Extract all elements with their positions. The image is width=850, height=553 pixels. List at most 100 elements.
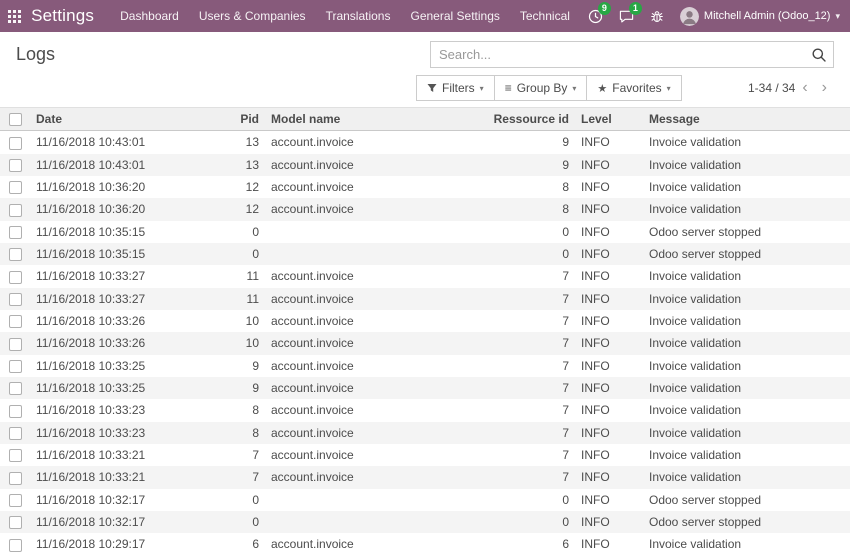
row-checkbox[interactable] bbox=[9, 360, 22, 373]
cell-pid: 0 bbox=[230, 489, 265, 511]
cell-level: INFO bbox=[575, 288, 643, 310]
cell-date: 11/16/2018 10:33:23 bbox=[30, 422, 230, 444]
cell-date: 11/16/2018 10:35:15 bbox=[30, 243, 230, 265]
row-select-cell bbox=[0, 198, 30, 220]
table-row[interactable]: 11/16/2018 10:32:1700INFOOdoo server sto… bbox=[0, 489, 850, 511]
table-row[interactable]: 11/16/2018 10:33:217account.invoice7INFO… bbox=[0, 466, 850, 488]
app-title[interactable]: Settings bbox=[31, 6, 94, 26]
row-checkbox[interactable] bbox=[9, 427, 22, 440]
cell-level: INFO bbox=[575, 131, 643, 154]
row-checkbox[interactable] bbox=[9, 449, 22, 462]
cell-message: Invoice validation bbox=[643, 332, 850, 354]
menu-item-general-settings[interactable]: General Settings bbox=[400, 0, 509, 32]
column-header-model_name[interactable]: Model name bbox=[265, 108, 435, 131]
cell-date: 11/16/2018 10:43:01 bbox=[30, 154, 230, 176]
column-header-resource_id[interactable]: Ressource id bbox=[435, 108, 575, 131]
pager-next-button[interactable]: › bbox=[815, 80, 834, 96]
cell-model_name: account.invoice bbox=[265, 399, 435, 421]
row-select-cell bbox=[0, 154, 30, 176]
column-header-date[interactable]: Date bbox=[30, 108, 230, 131]
table-row[interactable]: 11/16/2018 10:43:0113account.invoice9INF… bbox=[0, 154, 850, 176]
favorites-button[interactable]: ★ Favorites ▾ bbox=[586, 75, 681, 101]
search-icon[interactable] bbox=[811, 47, 827, 63]
table-row[interactable]: 11/16/2018 10:29:176account.invoice6INFO… bbox=[0, 533, 850, 553]
debug-mode-button[interactable] bbox=[642, 0, 672, 32]
column-header-pid[interactable]: Pid bbox=[230, 108, 265, 131]
row-checkbox[interactable] bbox=[9, 516, 22, 529]
row-checkbox[interactable] bbox=[9, 293, 22, 306]
table-row[interactable]: 11/16/2018 10:36:2012account.invoice8INF… bbox=[0, 176, 850, 198]
cell-level: INFO bbox=[575, 444, 643, 466]
row-checkbox[interactable] bbox=[9, 539, 22, 552]
row-checkbox[interactable] bbox=[9, 382, 22, 395]
menu-item-technical[interactable]: Technical bbox=[510, 0, 580, 32]
table-row[interactable]: 11/16/2018 10:35:1500INFOOdoo server sto… bbox=[0, 221, 850, 243]
row-checkbox[interactable] bbox=[9, 494, 22, 507]
cell-resource_id: 0 bbox=[435, 221, 575, 243]
cell-model_name bbox=[265, 221, 435, 243]
cell-pid: 13 bbox=[230, 154, 265, 176]
cell-pid: 7 bbox=[230, 444, 265, 466]
cell-message: Odoo server stopped bbox=[643, 489, 850, 511]
column-header-message[interactable]: Message bbox=[643, 108, 850, 131]
row-checkbox[interactable] bbox=[9, 181, 22, 194]
row-checkbox[interactable] bbox=[9, 338, 22, 351]
cell-level: INFO bbox=[575, 355, 643, 377]
cell-resource_id: 0 bbox=[435, 489, 575, 511]
table-row[interactable]: 11/16/2018 10:33:2711account.invoice7INF… bbox=[0, 265, 850, 287]
table-row[interactable]: 11/16/2018 10:33:2610account.invoice7INF… bbox=[0, 310, 850, 332]
table-row[interactable]: 11/16/2018 10:33:2711account.invoice7INF… bbox=[0, 288, 850, 310]
table-row[interactable]: 11/16/2018 10:33:259account.invoice7INFO… bbox=[0, 355, 850, 377]
cell-date: 11/16/2018 10:33:27 bbox=[30, 288, 230, 310]
cell-level: INFO bbox=[575, 332, 643, 354]
table-row[interactable]: 11/16/2018 10:33:238account.invoice7INFO… bbox=[0, 422, 850, 444]
cell-message: Invoice validation bbox=[643, 131, 850, 154]
table-row[interactable]: 11/16/2018 10:33:238account.invoice7INFO… bbox=[0, 399, 850, 421]
menu-item-translations[interactable]: Translations bbox=[316, 0, 401, 32]
row-checkbox[interactable] bbox=[9, 226, 22, 239]
pager-previous-button[interactable]: ‹ bbox=[795, 80, 814, 96]
row-select-cell bbox=[0, 243, 30, 265]
cell-message: Invoice validation bbox=[643, 154, 850, 176]
table-row[interactable]: 11/16/2018 10:35:1500INFOOdoo server sto… bbox=[0, 243, 850, 265]
row-checkbox[interactable] bbox=[9, 204, 22, 217]
table-row[interactable]: 11/16/2018 10:36:2012account.invoice8INF… bbox=[0, 198, 850, 220]
cell-message: Odoo server stopped bbox=[643, 243, 850, 265]
row-checkbox[interactable] bbox=[9, 405, 22, 418]
row-checkbox[interactable] bbox=[9, 137, 22, 150]
filters-button[interactable]: Filters ▾ bbox=[416, 75, 495, 101]
activities-button[interactable]: 9 bbox=[580, 0, 611, 32]
row-checkbox[interactable] bbox=[9, 472, 22, 485]
cell-model_name: account.invoice bbox=[265, 377, 435, 399]
table-row[interactable]: 11/16/2018 10:33:259account.invoice7INFO… bbox=[0, 377, 850, 399]
search-buttons-group: Filters ▾ ≡ Group By ▾ ★ Favorites ▾ bbox=[416, 75, 682, 101]
row-checkbox[interactable] bbox=[9, 271, 22, 284]
select-all-checkbox[interactable] bbox=[9, 113, 22, 126]
cell-pid: 11 bbox=[230, 288, 265, 310]
user-name: Mitchell Admin (Odoo_12) bbox=[704, 10, 831, 22]
menu-item-users-companies[interactable]: Users & Companies bbox=[189, 0, 316, 32]
row-select-cell bbox=[0, 533, 30, 553]
column-header-level[interactable]: Level bbox=[575, 108, 643, 131]
apps-menu-button[interactable] bbox=[0, 0, 29, 32]
table-header-row: DatePidModel nameRessource idLevelMessag… bbox=[0, 108, 850, 131]
table-row[interactable]: 11/16/2018 10:43:0113account.invoice9INF… bbox=[0, 131, 850, 154]
cell-resource_id: 9 bbox=[435, 154, 575, 176]
cell-model_name: account.invoice bbox=[265, 533, 435, 553]
menu-item-dashboard[interactable]: Dashboard bbox=[110, 0, 189, 32]
cell-model_name bbox=[265, 511, 435, 533]
table-row[interactable]: 11/16/2018 10:33:2610account.invoice7INF… bbox=[0, 332, 850, 354]
row-checkbox[interactable] bbox=[9, 159, 22, 172]
cell-date: 11/16/2018 10:33:25 bbox=[30, 377, 230, 399]
user-menu[interactable]: Mitchell Admin (Odoo_12) ▾ bbox=[672, 7, 844, 26]
cell-date: 11/16/2018 10:29:17 bbox=[30, 533, 230, 553]
search-input[interactable] bbox=[430, 41, 834, 68]
group-by-button[interactable]: ≡ Group By ▾ bbox=[494, 75, 588, 101]
row-checkbox[interactable] bbox=[9, 248, 22, 261]
messages-button[interactable]: 1 bbox=[611, 0, 642, 32]
cell-date: 11/16/2018 10:35:15 bbox=[30, 221, 230, 243]
table-row[interactable]: 11/16/2018 10:32:1700INFOOdoo server sto… bbox=[0, 511, 850, 533]
table-row[interactable]: 11/16/2018 10:33:217account.invoice7INFO… bbox=[0, 444, 850, 466]
row-checkbox[interactable] bbox=[9, 315, 22, 328]
cell-message: Invoice validation bbox=[643, 310, 850, 332]
